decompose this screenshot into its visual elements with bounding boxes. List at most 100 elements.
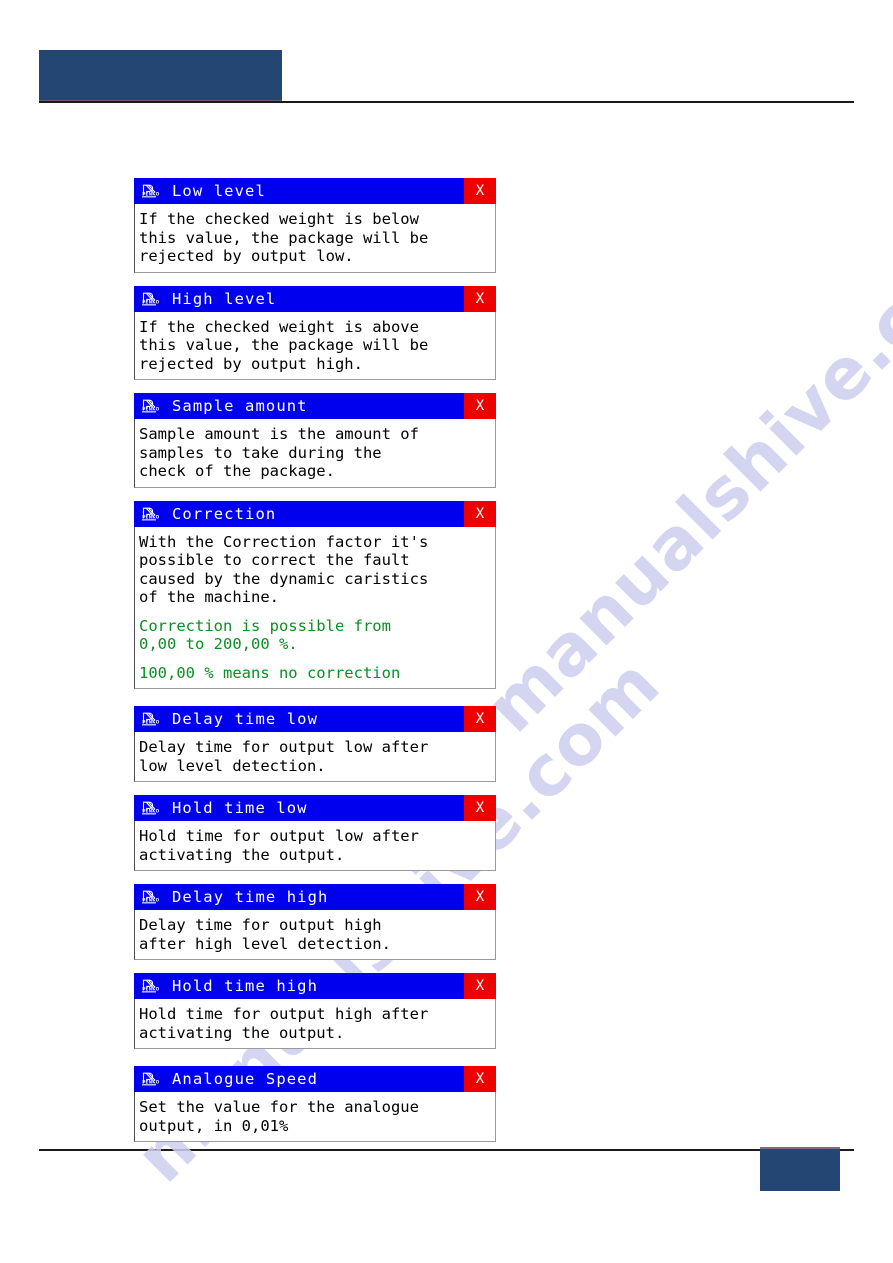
dialog-text-line: possible to correct the fault bbox=[139, 551, 410, 569]
dialog-text-line: Hold time for output high after bbox=[139, 1005, 429, 1023]
dialog-body: Sample amount is the amount of samples to… bbox=[134, 419, 496, 488]
svg-text:PENKO: PENKO bbox=[142, 192, 159, 197]
dialog-text-spacer bbox=[139, 607, 495, 617]
dialog-body: Hold time for output low after activating… bbox=[134, 821, 496, 871]
dialog-text-line: Delay time for output low after bbox=[139, 738, 429, 756]
dialog-title: Hold time high bbox=[172, 977, 319, 995]
penko-logo-icon: PENKO bbox=[139, 397, 163, 415]
close-icon[interactable]: X bbox=[464, 1066, 496, 1092]
dialog-text-line: low level detection. bbox=[139, 756, 326, 775]
dialog-body: If the checked weight is below this value… bbox=[134, 204, 496, 273]
dialog-title: Hold time low bbox=[172, 799, 308, 817]
dialog-body: If the checked weight is above this value… bbox=[134, 311, 496, 380]
dialog-window: PENKO Delay time high X Delay time for outp… bbox=[134, 884, 496, 960]
dialog-titlebar[interactable]: PENKO Delay time high X bbox=[134, 884, 496, 910]
dialog-titlebar[interactable]: PENKO Correction X bbox=[134, 500, 496, 527]
close-icon[interactable]: X bbox=[464, 884, 496, 910]
dialog-text-line: rejected by output high. bbox=[139, 354, 363, 373]
dialog-text-line: Correction is possible from bbox=[139, 616, 391, 635]
svg-text:PENKO: PENKO bbox=[142, 987, 159, 992]
close-icon[interactable]: X bbox=[464, 285, 496, 312]
page-footer bbox=[0, 1140, 893, 1263]
dialog-text-line: after high level detection. bbox=[139, 934, 391, 953]
dialog-window: PENKO Hold time high X Hold time for output… bbox=[134, 973, 496, 1049]
dialog-title: High level bbox=[172, 289, 277, 308]
dialog-text-line: Hold time for output low after bbox=[139, 827, 419, 845]
close-icon[interactable]: X bbox=[464, 706, 496, 732]
dialog-title: Low level bbox=[172, 182, 266, 200]
dialog-titlebar[interactable]: PENKO Hold time high X bbox=[134, 973, 496, 999]
dialog-text-line: check of the package. bbox=[139, 462, 335, 480]
dialog-titlebar[interactable]: PENKO High level X bbox=[134, 285, 496, 312]
dialog-text-line: caused by the dynamic caristics bbox=[139, 569, 429, 588]
dialog-spacer bbox=[134, 689, 496, 706]
close-icon[interactable]: X bbox=[464, 795, 496, 821]
dialog-text-line: of the machine. bbox=[139, 588, 279, 606]
dialog-spacer bbox=[134, 380, 496, 393]
penko-logo-icon: PENKO bbox=[139, 799, 163, 817]
dialog-text-line: activating the output. bbox=[139, 1023, 345, 1042]
svg-text:PENKO: PENKO bbox=[142, 299, 159, 304]
dialog-title: Sample amount bbox=[172, 397, 308, 415]
dialog-text-line: If the checked weight is below bbox=[139, 210, 419, 228]
dialog-titlebar[interactable]: PENKO Low level X bbox=[134, 178, 496, 204]
dialog-window: PENKO Low level X If the checked weight is … bbox=[134, 178, 496, 273]
dialog-text-line: activating the output. bbox=[139, 845, 345, 864]
close-icon[interactable]: X bbox=[464, 973, 496, 999]
dialog-body: Delay time for output high after high lev… bbox=[134, 910, 496, 960]
penko-logo-icon: PENKO bbox=[139, 505, 163, 523]
dialog-text-line: this value, the package will be bbox=[139, 336, 429, 354]
dialog-text-line: If the checked weight is above bbox=[139, 317, 419, 336]
dialog-spacer bbox=[134, 960, 496, 973]
dialog-title: Correction bbox=[172, 504, 277, 523]
dialog-spacer bbox=[134, 871, 496, 884]
page-header bbox=[0, 0, 893, 120]
close-icon[interactable]: X bbox=[464, 500, 496, 527]
dialog-spacer bbox=[134, 782, 496, 795]
dialog-titlebar[interactable]: PENKO Delay time low X bbox=[134, 706, 496, 732]
svg-text:PENKO: PENKO bbox=[142, 809, 159, 814]
dialog-window: PENKO Correction X With the Correction fact… bbox=[134, 500, 496, 689]
dialog-window: PENKO Analogue Speed X Set the value for th… bbox=[134, 1066, 496, 1142]
dialog-title: Delay time low bbox=[172, 710, 319, 728]
dialog-window: PENKO High level X If the checked weight is… bbox=[134, 285, 496, 380]
dialog-titlebar[interactable]: PENKO Hold time low X bbox=[134, 795, 496, 821]
close-icon[interactable]: X bbox=[464, 393, 496, 419]
penko-logo-icon: PENKO bbox=[139, 182, 163, 200]
svg-text:PENKO: PENKO bbox=[142, 1080, 159, 1085]
dialog-titlebar[interactable]: PENKO Analogue Speed X bbox=[134, 1066, 496, 1092]
dialog-text-line: Set the value for the analogue bbox=[139, 1098, 419, 1116]
penko-logo-icon: PENKO bbox=[139, 888, 163, 906]
dialog-text-line: samples to take during the bbox=[139, 443, 382, 462]
dialog-window: PENKO Delay time low X Delay time for outpu… bbox=[134, 706, 496, 782]
dialog-spacer bbox=[134, 488, 496, 501]
dialog-body: Set the value for the analogue output, in… bbox=[134, 1092, 496, 1142]
dialog-text-line: rejected by output low. bbox=[139, 247, 354, 265]
svg-text:PENKO: PENKO bbox=[142, 898, 159, 903]
dialog-text-line: this value, the package will be bbox=[139, 228, 429, 247]
dialog-body: With the Correction factor it's possible … bbox=[134, 526, 496, 689]
dialog-text-line: output, in 0,01% bbox=[139, 1116, 289, 1135]
dialog-titlebar[interactable]: PENKO Sample amount X bbox=[134, 393, 496, 419]
dialog-body: Hold time for output high after activatin… bbox=[134, 999, 496, 1049]
dialog-title: Delay time high bbox=[172, 888, 329, 906]
dialog-text-line: 0,00 to 200,00 %. bbox=[139, 635, 298, 653]
dialog-title: Analogue Speed bbox=[172, 1070, 319, 1088]
footer-horizontal-rule bbox=[39, 1149, 854, 1151]
dialog-window: PENKO Hold time low X Hold time for output … bbox=[134, 795, 496, 871]
penko-logo-icon: PENKO bbox=[139, 710, 163, 728]
dialog-window: PENKO Sample amount X Sample amount is the … bbox=[134, 393, 496, 488]
penko-logo-icon: PENKO bbox=[139, 977, 163, 995]
penko-logo-icon: PENKO bbox=[139, 1070, 163, 1088]
dialog-text-line: With the Correction factor it's bbox=[139, 532, 429, 551]
close-icon[interactable]: X bbox=[464, 178, 496, 204]
dialog-body: Delay time for output low after low level… bbox=[134, 732, 496, 782]
dialog-spacer bbox=[134, 1049, 496, 1066]
footer-color-block bbox=[760, 1149, 840, 1191]
header-horizontal-rule bbox=[39, 101, 854, 103]
header-color-block bbox=[39, 50, 282, 100]
watermark-text: manualshive.com bbox=[470, 192, 893, 748]
dialog-text-line: 100,00 % means no correction bbox=[139, 663, 401, 682]
dialog-text-line: Delay time for output high bbox=[139, 916, 382, 934]
dialog-window-list: PENKO Low level X If the checked weight is … bbox=[134, 178, 496, 1142]
